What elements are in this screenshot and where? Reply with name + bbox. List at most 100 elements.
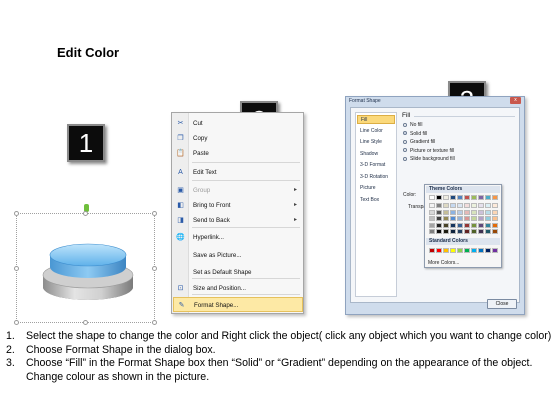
theme-shade-swatch[interactable] [436,203,442,208]
theme-shade-swatch[interactable] [457,209,463,215]
menu-item-set-as-default-shape[interactable]: Set as Default Shape [173,265,303,280]
theme-shade-swatch[interactable] [450,216,456,221]
theme-color-swatch[interactable] [464,195,470,200]
radio-button[interactable] [403,131,407,136]
menu-item-bring-to-front[interactable]: ◧ Bring to Front ▸ [173,198,303,213]
theme-shade-swatch[interactable] [492,209,498,215]
theme-shade-swatch[interactable] [471,222,477,228]
theme-shade-swatch[interactable] [471,216,477,221]
menu-item-send-to-back[interactable]: ◨ Send to Back ▸ [173,213,303,228]
theme-shade-swatch[interactable] [464,229,470,234]
theme-color-swatch[interactable] [478,195,484,200]
menu-item-cut[interactable]: ✂ Cut [173,116,303,131]
nav-item-line-color[interactable]: Line Color [357,127,395,136]
radio-button[interactable] [403,156,407,161]
theme-shade-swatch[interactable] [443,216,449,221]
theme-shade-swatch[interactable] [485,209,491,215]
menu-item-group[interactable]: ▣ Group ▸ [173,183,303,198]
nav-item-3-d-rotation[interactable]: 3-D Rotation [357,173,395,182]
theme-color-swatch[interactable] [471,195,477,200]
resize-handle-b[interactable] [83,320,88,325]
resize-handle-t[interactable] [83,211,88,216]
theme-shade-swatch[interactable] [471,209,477,215]
theme-shade-swatch[interactable] [457,229,463,234]
theme-shade-swatch[interactable] [464,209,470,215]
resize-handle-br[interactable] [152,320,157,325]
theme-color-swatch[interactable] [457,195,463,200]
theme-shade-swatch[interactable] [457,203,463,208]
theme-color-swatch[interactable] [436,195,442,200]
theme-shade-swatch[interactable] [443,222,449,228]
theme-color-swatch[interactable] [443,195,449,200]
theme-shade-swatch[interactable] [429,216,435,221]
theme-shade-swatch[interactable] [485,216,491,221]
resize-handle-tr[interactable] [152,211,157,216]
theme-shade-swatch[interactable] [492,229,498,234]
theme-shade-swatch[interactable] [485,203,491,208]
theme-shade-swatch[interactable] [471,203,477,208]
nav-item-picture[interactable]: Picture [357,184,395,193]
theme-shade-swatch[interactable] [443,209,449,215]
theme-shade-swatch[interactable] [429,203,435,208]
theme-shade-swatch[interactable] [457,222,463,228]
fill-option-slide-background-fill[interactable]: Slide background fill [403,156,455,163]
theme-shade-swatch[interactable] [492,222,498,228]
dialog-close-button[interactable]: Close [487,299,517,309]
theme-shade-swatch[interactable] [450,209,456,215]
radio-button[interactable] [403,148,407,153]
theme-shade-swatch[interactable] [478,209,484,215]
theme-shade-swatch[interactable] [478,216,484,221]
nav-item-fill[interactable]: Fill [357,115,395,124]
standard-color-swatch[interactable] [450,248,456,253]
standard-color-swatch[interactable] [492,248,498,253]
more-colors-link[interactable]: More Colors... [428,260,459,266]
theme-shade-swatch[interactable] [485,222,491,228]
theme-shade-swatch[interactable] [429,209,435,215]
standard-color-swatch[interactable] [464,248,470,253]
standard-color-swatch[interactable] [457,248,463,253]
theme-shade-swatch[interactable] [492,216,498,221]
resize-handle-r[interactable] [152,266,157,271]
menu-item-format-shape[interactable]: ✎ Format Shape... [173,297,303,312]
theme-shade-swatch[interactable] [436,209,442,215]
theme-shade-swatch[interactable] [478,229,484,234]
nav-item-line-style[interactable]: Line Style [357,138,395,147]
button-shape-3d[interactable] [38,235,138,307]
resize-handle-l[interactable] [14,266,19,271]
theme-shade-swatch[interactable] [478,222,484,228]
theme-shade-swatch[interactable] [443,229,449,234]
theme-shade-swatch[interactable] [464,222,470,228]
menu-item-save-as-picture[interactable]: Save as Picture... [173,248,303,263]
fill-option-picture-or-texture-fill[interactable]: Picture or texture fill [403,148,454,155]
theme-shade-swatch[interactable] [457,216,463,221]
theme-shade-swatch[interactable] [436,222,442,228]
theme-shade-swatch[interactable] [429,222,435,228]
menu-item-size-and-position[interactable]: ⊡ Size and Position... [173,281,303,296]
standard-color-swatch[interactable] [478,248,484,253]
theme-shade-swatch[interactable] [464,216,470,221]
radio-button[interactable] [403,122,407,127]
theme-shade-swatch[interactable] [436,216,442,221]
theme-shade-swatch[interactable] [450,229,456,234]
standard-color-swatch[interactable] [429,248,435,253]
nav-item-3-d-format[interactable]: 3-D Format [357,161,395,170]
theme-color-swatch[interactable] [492,195,498,200]
fill-option-no-fill[interactable]: No fill [403,122,423,129]
menu-item-paste[interactable]: 📋 Paste [173,146,303,161]
theme-shade-swatch[interactable] [478,203,484,208]
theme-shade-swatch[interactable] [464,203,470,208]
theme-shade-swatch[interactable] [429,229,435,234]
nav-item-shadow[interactable]: Shadow [357,150,395,159]
standard-color-swatch[interactable] [436,248,442,253]
theme-shade-swatch[interactable] [443,203,449,208]
theme-shade-swatch[interactable] [450,203,456,208]
menu-item-hyperlink[interactable]: 🌐 Hyperlink... [173,230,303,245]
theme-color-swatch[interactable] [429,195,435,200]
menu-item-edit-text[interactable]: A Edit Text [173,165,303,180]
theme-shade-swatch[interactable] [450,222,456,228]
theme-shade-swatch[interactable] [471,229,477,234]
theme-shade-swatch[interactable] [492,203,498,208]
standard-color-swatch[interactable] [471,248,477,253]
resize-handle-bl[interactable] [14,320,19,325]
theme-color-swatch[interactable] [450,195,456,200]
